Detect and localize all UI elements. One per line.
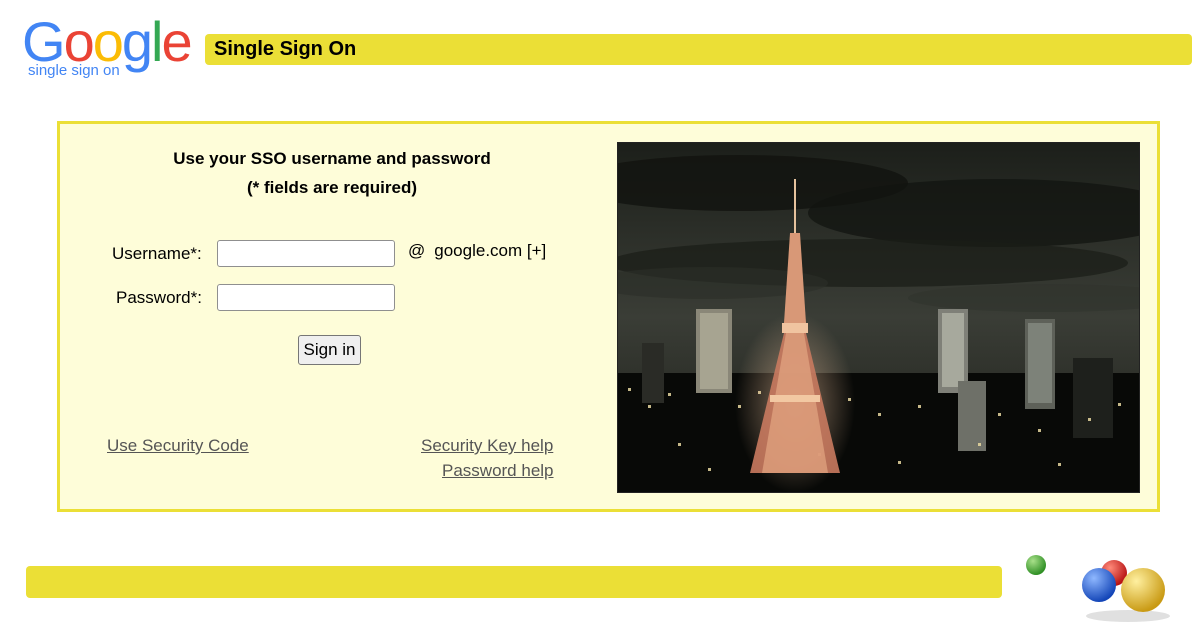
- required-note: (* fields are required): [246, 178, 418, 197]
- security-key-help-link[interactable]: Security Key help: [421, 436, 553, 456]
- logo-letter: e: [161, 10, 192, 73]
- page-title: Single Sign On: [214, 38, 357, 60]
- sign-in-button[interactable]: Sign in: [298, 335, 361, 365]
- domain-text[interactable]: google.com [+]: [434, 241, 546, 260]
- password-input[interactable]: [217, 284, 395, 311]
- footer-bar: [26, 566, 1002, 598]
- photo-illustration: [618, 143, 1139, 492]
- username-input[interactable]: [217, 240, 395, 267]
- password-help-link[interactable]: Password help: [442, 461, 554, 481]
- use-security-code-link[interactable]: Use Security Code: [107, 436, 249, 456]
- colored-balls-icon: [1015, 545, 1195, 633]
- page-title-bar: Single Sign On: [205, 34, 1192, 65]
- login-panel: Use your SSO username and password (* fi…: [57, 121, 1160, 512]
- domain-selector[interactable]: @ google.com [+]: [408, 241, 546, 261]
- username-label: Username*:: [112, 244, 202, 263]
- login-heading: Use your SSO username and password: [173, 149, 491, 168]
- logo-letter: g: [121, 10, 153, 73]
- password-label: Password*:: [116, 288, 202, 307]
- logo-subtitle: single sign on: [28, 62, 120, 79]
- tokyo-tower-night-photo: [617, 142, 1140, 493]
- at-symbol: @: [408, 241, 426, 260]
- logo-letter: l: [151, 10, 164, 73]
- google-sso-logo: Google single sign on: [22, 14, 202, 80]
